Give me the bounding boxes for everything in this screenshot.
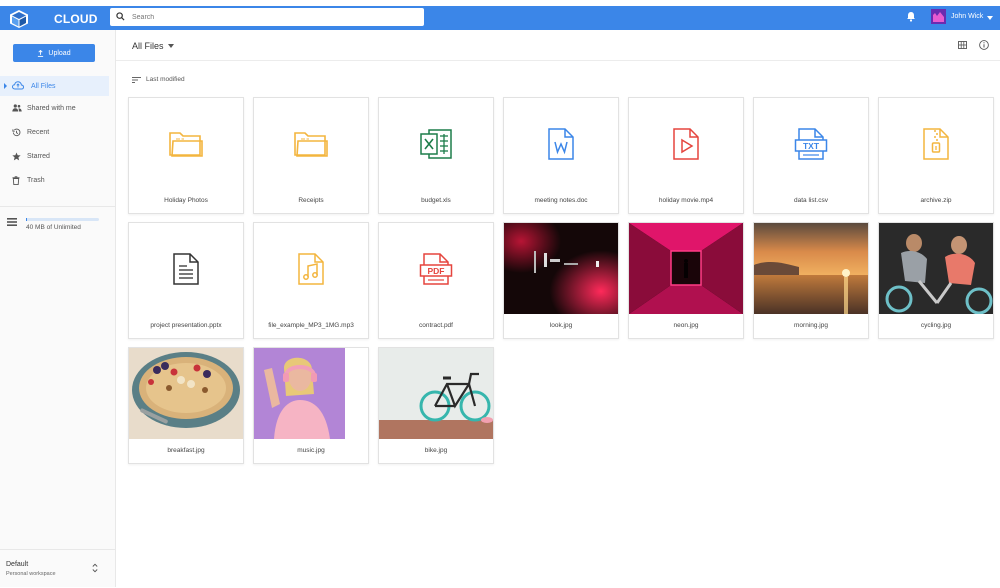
file-card[interactable]: file_example_MP3_1MG.mp3: [253, 222, 369, 339]
file-card[interactable]: bike.jpg: [378, 347, 494, 464]
cloud-icon: [12, 81, 24, 90]
file-name: archive.zip: [920, 197, 952, 204]
file-name: morning.jpg: [794, 322, 828, 329]
file-name: Receipts: [298, 197, 324, 204]
file-card[interactable]: look.jpg: [503, 222, 619, 339]
file-name: file_example_MP3_1MG.mp3: [268, 322, 354, 329]
svg-text:TXT: TXT: [803, 141, 820, 151]
storage-text: 40 MB of Unlimited: [26, 224, 81, 231]
file-name: neon.jpg: [673, 322, 699, 329]
file-name: music.jpg: [297, 447, 325, 454]
zip-file-icon: [923, 127, 949, 160]
file-name: look.jpg: [549, 322, 573, 329]
file-card[interactable]: breakfast.jpg: [128, 347, 244, 464]
file-card[interactable]: budget.xls: [378, 97, 494, 214]
file-card[interactable]: archive.zip: [878, 97, 994, 214]
storage-icon: [7, 218, 17, 226]
file-card[interactable]: TXT data list.csv: [753, 97, 869, 214]
upload-button[interactable]: Upload: [13, 44, 95, 62]
file-card[interactable]: PDF contract.pdf: [378, 222, 494, 339]
file-name: bike.jpg: [424, 447, 448, 454]
top-bar: CLOUD John Wick: [0, 6, 1000, 30]
expand-arrow-icon[interactable]: [4, 83, 7, 89]
sidebar-item-label: Shared with me: [27, 105, 76, 112]
image-thumbnail: [754, 223, 868, 314]
sidebar-item-shared[interactable]: Shared with me: [0, 98, 110, 118]
text-file-icon: TXT: [794, 127, 828, 160]
file-name: budget.xls: [421, 197, 451, 204]
file-name: cycling.jpg: [920, 322, 952, 329]
user-menu-chevron-icon[interactable]: [987, 16, 993, 20]
info-icon[interactable]: [979, 40, 989, 50]
file-card[interactable]: cycling.jpg: [878, 222, 994, 339]
file-card[interactable]: Receipts: [253, 97, 369, 214]
excel-file-icon: [420, 128, 452, 159]
trash-icon: [12, 176, 20, 185]
workspace-subtitle: Personal workspace: [6, 571, 56, 577]
search-icon: [116, 12, 125, 21]
sort-label: Last modified: [146, 76, 185, 83]
logo-icon[interactable]: [9, 9, 29, 29]
sidebar-item-recent[interactable]: Recent: [0, 122, 110, 142]
folder-icon: [169, 131, 203, 157]
upload-label: Upload: [48, 49, 71, 57]
upload-icon: [38, 49, 44, 57]
sidebar-item-label: Recent: [27, 129, 50, 136]
file-name: Holiday Photos: [164, 197, 208, 204]
sidebar-item-all-files[interactable]: All Files: [0, 76, 109, 96]
sidebar-item-label: Trash: [27, 177, 45, 184]
image-thumbnail: [629, 223, 743, 314]
file-card[interactable]: morning.jpg: [753, 222, 869, 339]
avatar[interactable]: [931, 9, 946, 24]
svg-text:PDF: PDF: [428, 266, 445, 276]
image-thumbnail: [879, 223, 993, 314]
presentation-file-icon: [173, 252, 199, 285]
content-header: All Files: [116, 30, 1000, 61]
search-box[interactable]: [110, 8, 424, 26]
page-title[interactable]: All Files: [132, 41, 164, 51]
sidebar-item-trash[interactable]: Trash: [0, 170, 110, 190]
image-thumbnail: [379, 348, 493, 439]
sidebar-item-label: Starred: [27, 153, 50, 160]
pdf-file-icon: PDF: [419, 252, 453, 285]
sidebar-item-label: All Files: [31, 83, 56, 90]
workspace-switcher[interactable]: Default Personal workspace: [0, 549, 115, 588]
file-card[interactable]: holiday movie.mp4: [628, 97, 744, 214]
image-thumbnail: [129, 348, 243, 439]
expand-toggle-icon[interactable]: [92, 563, 98, 573]
file-name: data list.csv: [794, 197, 828, 204]
file-name: contract.pdf: [419, 322, 453, 329]
logo-text: CLOUD: [54, 12, 98, 26]
file-name: meeting notes.doc: [534, 197, 588, 204]
title-dropdown-chevron-icon[interactable]: [168, 44, 174, 48]
image-thumbnail: [254, 348, 368, 439]
folder-icon: [294, 131, 328, 157]
sort-icon: [132, 77, 141, 83]
audio-file-icon: [298, 252, 324, 285]
file-name: breakfast.jpg: [167, 447, 205, 454]
file-card[interactable]: neon.jpg: [628, 222, 744, 339]
people-icon: [12, 104, 22, 112]
file-card[interactable]: meeting notes.doc: [503, 97, 619, 214]
file-name: project presentation.pptx: [150, 322, 222, 329]
workspace-name: Default: [6, 561, 29, 568]
bell-icon[interactable]: [906, 11, 916, 22]
image-thumbnail: [504, 223, 618, 314]
file-card[interactable]: Holiday Photos: [128, 97, 244, 214]
file-card[interactable]: music.jpg: [253, 347, 369, 464]
sidebar-divider: [0, 206, 115, 207]
storage-progress-bar: [26, 218, 99, 221]
user-name[interactable]: John Wick: [951, 13, 983, 20]
file-card[interactable]: project presentation.pptx: [128, 222, 244, 339]
sidebar-item-starred[interactable]: Starred: [0, 146, 110, 166]
sidebar: Upload All Files Shared with me Recent S…: [0, 30, 116, 587]
file-name: holiday movie.mp4: [658, 197, 714, 204]
grid-view-icon[interactable]: [958, 41, 967, 49]
search-input[interactable]: [132, 8, 417, 26]
video-file-icon: [673, 127, 699, 160]
star-icon: [12, 152, 21, 161]
history-icon: [12, 128, 21, 137]
main-content: All Files Last modified Holiday Photos R…: [116, 30, 1000, 587]
word-file-icon: [548, 127, 574, 160]
